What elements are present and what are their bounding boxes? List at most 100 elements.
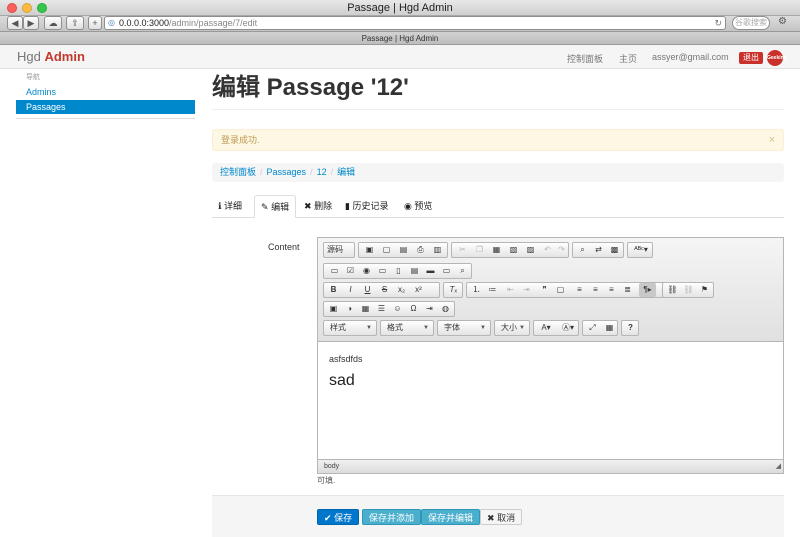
button-field-icon[interactable]: ▬ xyxy=(422,264,439,278)
subscript-icon[interactable]: x₂ xyxy=(393,283,410,297)
brand-logo[interactable]: Hgd Admin xyxy=(17,49,85,64)
underline-icon[interactable]: U xyxy=(359,283,376,297)
font-combo[interactable]: 字体 ▼ xyxy=(437,320,491,336)
numbered-list-icon[interactable]: ⒈ xyxy=(468,283,485,297)
nav-link-home[interactable]: 主页 xyxy=(619,52,637,65)
resize-handle-icon[interactable]: ◢ xyxy=(776,460,781,473)
anchor-icon[interactable]: ⚑ xyxy=(696,283,713,297)
editor-content-area[interactable]: asfsdfds sad xyxy=(318,342,783,459)
paste-text-icon[interactable]: ▧ xyxy=(505,243,522,257)
save-and-edit-button[interactable]: 保存并编辑 xyxy=(421,509,481,525)
zoom-window-icon[interactable] xyxy=(37,3,47,13)
link-icon[interactable]: ⛓ xyxy=(664,283,681,297)
flash-icon[interactable]: ◑ xyxy=(341,302,358,316)
paste-word-icon[interactable]: ▨ xyxy=(522,243,539,257)
page-break-icon[interactable]: ⇥ xyxy=(421,302,438,316)
image-icon[interactable]: ▣ xyxy=(325,302,342,316)
styles-combo[interactable]: 样式 ▼ xyxy=(323,320,377,336)
tab-history[interactable]: ▮ 历史记录 xyxy=(339,195,394,218)
spellcheck-button[interactable]: ᴬᴮᶜ▾ xyxy=(627,242,653,258)
new-page-icon[interactable]: ▢ xyxy=(378,243,395,257)
element-path[interactable]: body xyxy=(324,463,339,470)
minimize-window-icon[interactable] xyxy=(22,3,32,13)
sidebar-item-admins[interactable]: Admins xyxy=(16,85,195,99)
blockquote-icon[interactable]: ❞ xyxy=(536,283,553,297)
unlink-icon[interactable]: ⛓ xyxy=(680,283,697,297)
close-window-icon[interactable] xyxy=(7,3,17,13)
paste-icon[interactable]: ▦ xyxy=(488,243,505,257)
templates-icon[interactable]: ▥ xyxy=(429,243,446,257)
ltr-icon[interactable]: ¶▸ xyxy=(639,283,656,297)
bold-icon[interactable]: B xyxy=(325,283,342,297)
search-field[interactable]: 谷歌搜索 xyxy=(732,16,770,30)
align-right-icon[interactable]: ≡ xyxy=(603,283,620,297)
browser-tab[interactable]: Passage | Hgd Admin xyxy=(0,32,800,45)
tab-delete[interactable]: ✖ 删除 xyxy=(298,195,338,218)
checkbox-icon[interactable]: ☑ xyxy=(342,264,359,278)
text-field-icon[interactable]: ▭ xyxy=(374,264,391,278)
superscript-icon[interactable]: x² xyxy=(410,283,427,297)
show-blocks-icon[interactable]: ▦ xyxy=(601,321,618,335)
background-color-icon[interactable]: Ⓐ▾ xyxy=(557,321,579,335)
strike-icon[interactable]: S xyxy=(376,283,393,297)
breadcrumb-item-record[interactable]: 12 xyxy=(317,167,327,177)
smiley-icon[interactable]: ☺ xyxy=(389,302,406,316)
tab-preview[interactable]: ◉ 预览 xyxy=(398,195,438,218)
indent-icon[interactable]: ⇥ xyxy=(518,283,535,297)
source-button[interactable]: 源码 xyxy=(323,242,355,258)
textarea-icon[interactable]: ▯ xyxy=(390,264,407,278)
breadcrumb-item-edit[interactable]: 编辑 xyxy=(337,167,355,177)
address-bar[interactable]: ◎ 0.0.0.0:3000/admin/passage/7/edit ↻ xyxy=(104,16,726,30)
cancel-button[interactable]: ✖ 取消 xyxy=(480,509,523,525)
format-combo[interactable]: 格式 ▼ xyxy=(380,320,434,336)
user-email[interactable]: assyer@gmail.com xyxy=(652,52,729,62)
avatar[interactable]: Geeking xyxy=(767,50,787,66)
reload-icon[interactable]: ↻ xyxy=(714,17,722,29)
tab-details[interactable]: ℹ 详细 xyxy=(212,195,248,218)
iframe-icon[interactable]: ◍ xyxy=(437,302,454,316)
redo-icon[interactable]: ↷ xyxy=(553,243,570,257)
cut-icon[interactable]: ✂ xyxy=(454,243,471,257)
breadcrumb-item-dashboard[interactable]: 控制面板 xyxy=(220,167,256,177)
share-icon[interactable]: ⇪ xyxy=(66,16,84,30)
remove-format-button[interactable]: Tₓ xyxy=(443,282,463,298)
nav-link-dashboard[interactable]: 控制面板 xyxy=(567,52,603,65)
copy-icon[interactable]: ❐ xyxy=(471,243,488,257)
replace-icon[interactable]: ⇄ xyxy=(590,243,607,257)
cloud-icon[interactable]: ☁ xyxy=(44,16,62,30)
select-all-icon[interactable]: ▩ xyxy=(606,243,623,257)
sidebar-item-passages[interactable]: Passages xyxy=(16,100,195,114)
bulleted-list-icon[interactable]: ≔ xyxy=(484,283,501,297)
size-combo[interactable]: 大小 ▼ xyxy=(494,320,530,336)
preview-icon[interactable]: ▤ xyxy=(395,243,412,257)
about-button[interactable]: ? xyxy=(621,320,639,336)
print-icon[interactable]: ⎙ xyxy=(412,243,429,257)
forward-icon[interactable]: ▶ xyxy=(23,16,39,30)
radio-icon[interactable]: ◉ xyxy=(358,264,375,278)
horizontal-rule-icon[interactable]: ☰ xyxy=(373,302,390,316)
back-icon[interactable]: ◀ xyxy=(7,16,23,30)
create-div-icon[interactable]: ▢ xyxy=(552,283,569,297)
form-icon[interactable]: ▭ xyxy=(326,264,343,278)
tab-edit[interactable]: ✎ 编辑 xyxy=(254,195,297,218)
align-center-icon[interactable]: ≡ xyxy=(587,283,604,297)
image-button-icon[interactable]: ▭ xyxy=(438,264,455,278)
italic-icon[interactable]: I xyxy=(342,283,359,297)
save-icon[interactable]: ▣ xyxy=(361,243,378,257)
align-justify-icon[interactable]: ≣ xyxy=(619,283,636,297)
close-icon[interactable]: × xyxy=(769,130,775,150)
special-char-icon[interactable]: Ω xyxy=(405,302,422,316)
align-left-icon[interactable]: ≡ xyxy=(571,283,588,297)
find-icon[interactable]: ⌕ xyxy=(574,243,591,257)
select-field-icon[interactable]: ▤ xyxy=(406,264,423,278)
settings-icon[interactable]: ⚙ xyxy=(778,16,787,27)
text-color-icon[interactable]: A▾ xyxy=(535,321,557,335)
breadcrumb-item-passages[interactable]: Passages xyxy=(267,167,307,177)
maximize-icon[interactable]: ⤢ xyxy=(584,321,601,335)
outdent-icon[interactable]: ⇤ xyxy=(502,283,519,297)
save-and-add-button[interactable]: 保存并添加 xyxy=(362,509,422,525)
save-button[interactable]: ✔ 保存 xyxy=(317,509,360,525)
new-tab-icon[interactable]: + xyxy=(88,16,102,30)
hidden-field-icon[interactable]: ⌕ xyxy=(454,264,471,278)
logout-button[interactable]: 退出 xyxy=(739,52,763,64)
